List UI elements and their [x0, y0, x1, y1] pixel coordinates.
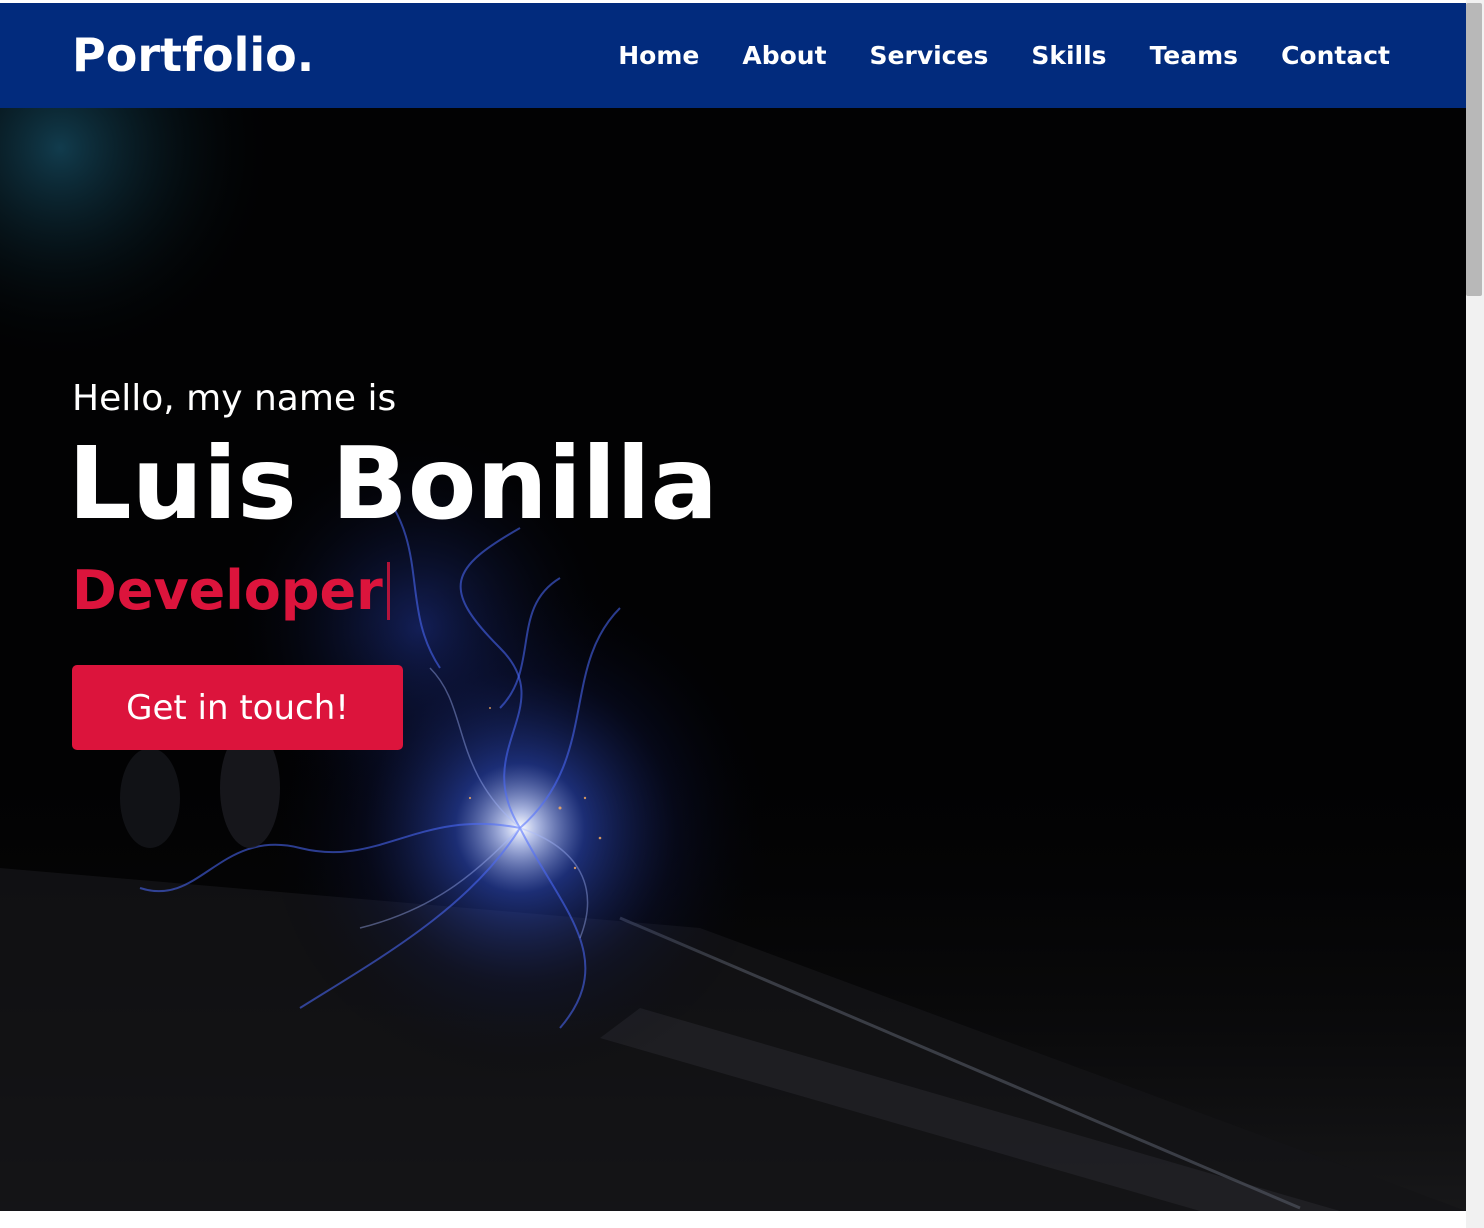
hero-section: Hello, my name is Luis Bonilla Developer…	[0, 108, 1466, 1211]
nav-item-skills[interactable]: Skills	[1031, 39, 1106, 73]
page-viewport: Portfolio. Home About Services Skills Te…	[0, 3, 1466, 1211]
hero-name: Luis Bonilla	[68, 425, 718, 542]
nav-item-contact[interactable]: Contact	[1281, 39, 1390, 73]
hero-background-image	[0, 108, 1466, 1211]
page-bottom-edge	[0, 1211, 1466, 1228]
hero-greeting: Hello, my name is	[72, 378, 397, 419]
nav-item-about[interactable]: About	[742, 39, 826, 73]
nav-menu: Home About Services Skills Teams Contact	[618, 39, 1390, 73]
typing-cursor	[386, 562, 390, 620]
hero-role-text: Developer	[72, 559, 383, 622]
hero-role: Developer	[72, 554, 390, 628]
scrollbar-thumb[interactable]	[1466, 3, 1482, 296]
nav-item-home[interactable]: Home	[618, 39, 699, 73]
get-in-touch-button[interactable]: Get in touch!	[72, 665, 403, 750]
nav-item-services[interactable]: Services	[870, 39, 989, 73]
logo[interactable]: Portfolio.	[72, 27, 314, 83]
navbar: Portfolio. Home About Services Skills Te…	[0, 3, 1466, 108]
nav-item-teams[interactable]: Teams	[1150, 39, 1239, 73]
